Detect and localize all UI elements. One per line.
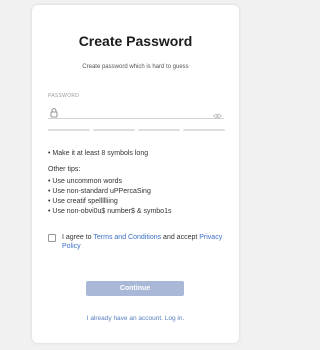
strength-segment <box>48 129 90 131</box>
login-link[interactable]: I already have an account. Log in. <box>32 315 239 322</box>
page-subtitle: Create password which is hard to guess <box>82 64 189 70</box>
lock-icon <box>50 105 58 118</box>
tip-item: • Use non-obvi0u$ number$ & symbo1s <box>48 208 172 215</box>
create-password-card: Create Password Create password which is… <box>32 5 239 343</box>
tip-item: • Use non-standard uPPercaSing <box>48 188 151 195</box>
agreement-text: I agree to Terms and Conditions and acce… <box>62 233 227 251</box>
agreement-prefix: I agree to <box>62 234 94 241</box>
tip-item: • Use creatif spellllliing <box>48 198 118 205</box>
password-strength-meter <box>48 129 225 131</box>
strength-segment <box>93 129 135 131</box>
tips-list: • Use uncommon words • Use non-standard … <box>48 177 171 217</box>
strength-segment <box>138 129 180 131</box>
password-input[interactable] <box>64 102 204 116</box>
terms-agreement: I agree to Terms and Conditions and acce… <box>48 233 228 255</box>
tip-item: • Use uncommon words <box>48 178 123 185</box>
terms-link[interactable]: Terms and Conditions <box>93 234 161 241</box>
password-length-tip: • Make it at least 8 symbols long <box>48 150 149 157</box>
password-field[interactable] <box>48 101 224 119</box>
password-field-label: PASSWORD <box>48 93 80 99</box>
agreement-middle: and accept <box>161 234 200 241</box>
strength-segment <box>183 129 225 131</box>
other-tips-header: Other tips: <box>48 166 81 173</box>
page-title: Create Password <box>78 33 193 49</box>
eye-icon[interactable] <box>212 106 223 119</box>
continue-button[interactable]: Continue <box>86 281 184 296</box>
agree-checkbox[interactable] <box>48 234 56 242</box>
